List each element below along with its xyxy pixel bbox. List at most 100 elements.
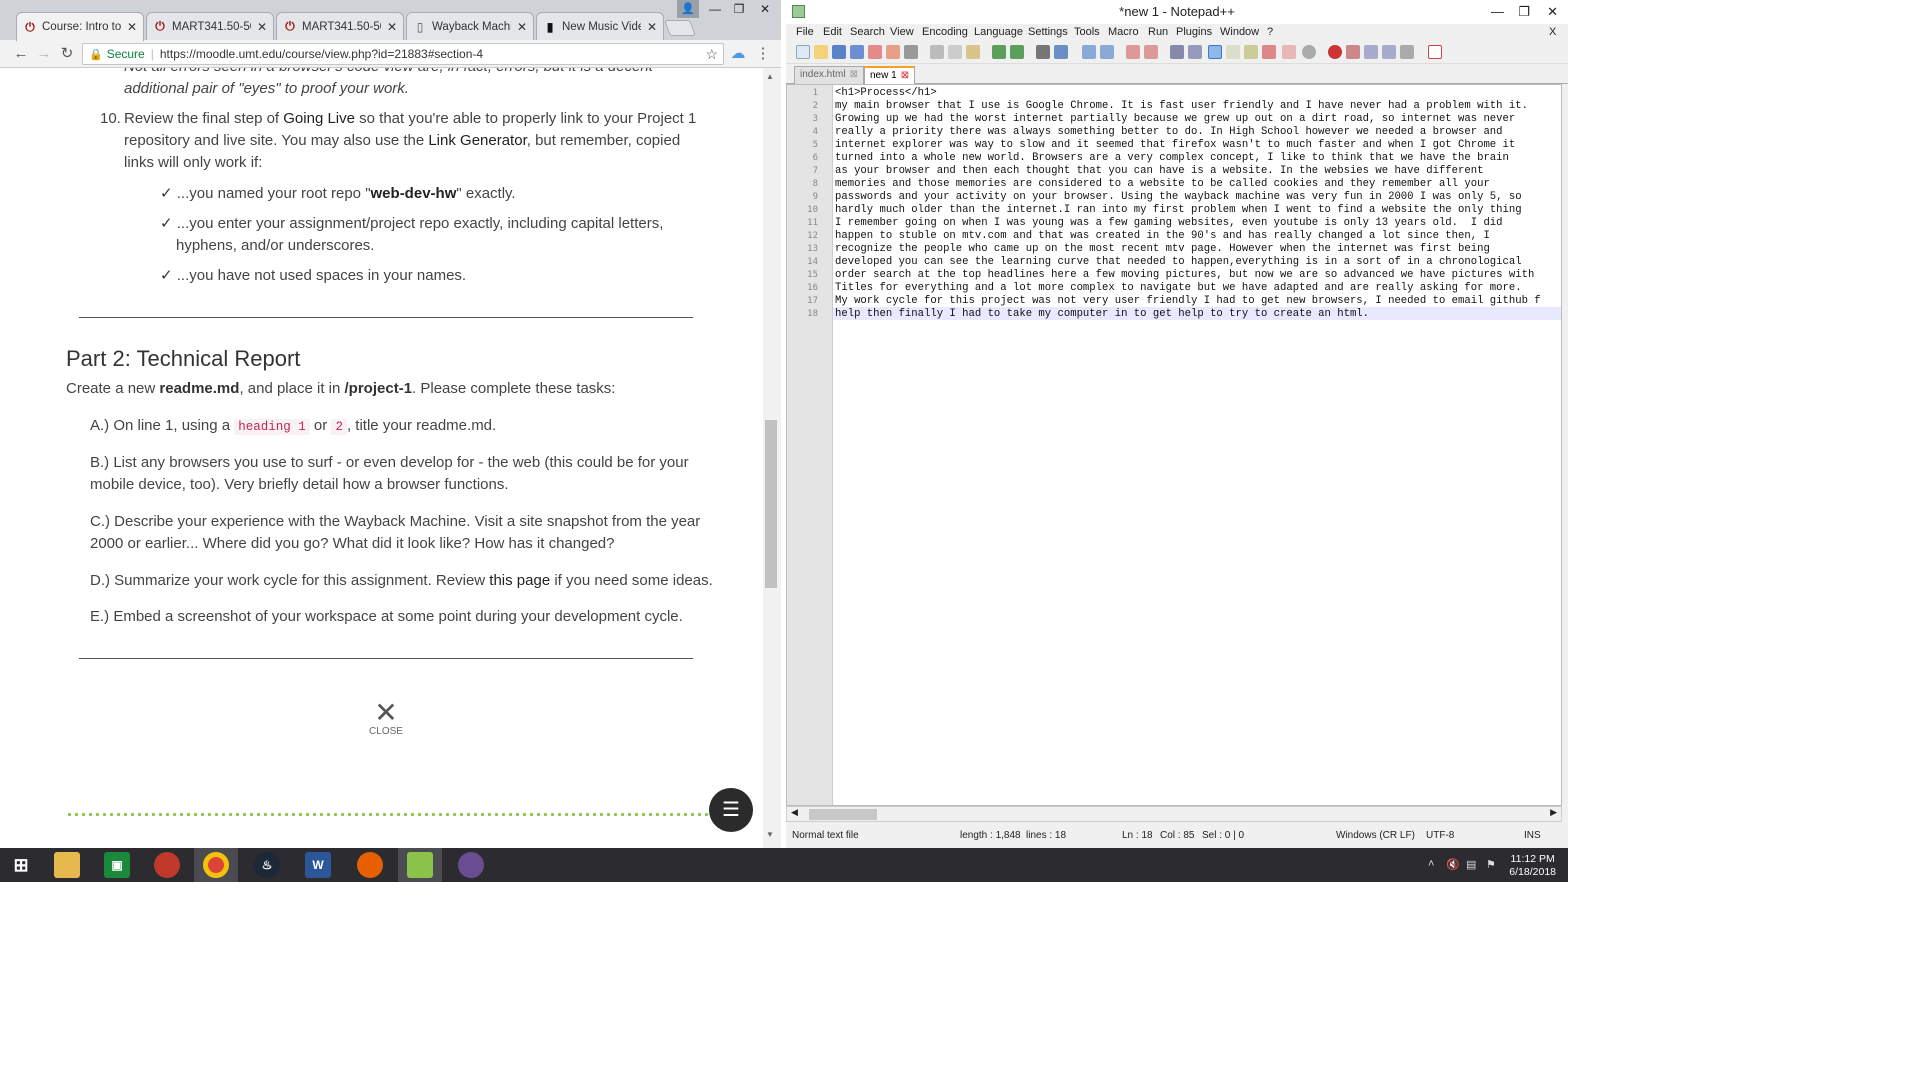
notification-flag-icon[interactable]: ⚑	[1486, 858, 1496, 871]
menu-file[interactable]: File	[796, 26, 814, 38]
bookmark-star-icon[interactable]: ☆	[705, 46, 718, 63]
editor-line[interactable]: happen to stuble on mtv.com and that was…	[835, 230, 1490, 243]
menu-help[interactable]: ?	[1267, 26, 1273, 38]
window-close-button[interactable]: ✕	[1547, 0, 1558, 24]
zoom-out-icon[interactable]	[1100, 45, 1114, 59]
scroll-up-icon[interactable]: ▲	[766, 72, 774, 81]
menu-encoding[interactable]: Encoding	[922, 26, 968, 38]
tray-expand-icon[interactable]: ˄	[1428, 858, 1434, 870]
menu-language[interactable]: Language	[974, 26, 1023, 38]
menu-edit[interactable]: Edit	[823, 26, 842, 38]
replace-icon[interactable]	[1054, 45, 1068, 59]
extension-cloud-icon[interactable]: ☁	[729, 45, 747, 63]
close-icon[interactable]: ✕	[517, 20, 527, 34]
close-file-icon[interactable]	[868, 45, 882, 59]
close-button[interactable]: ✕ CLOSE	[368, 699, 404, 738]
editor-line[interactable]: I remember going on when I was young was…	[835, 217, 1503, 230]
text-editor[interactable]: 1 2 3 4 5 6 7 8 9 10 11 12 13 14 15 16 17 18 <h1>Process<…	[786, 84, 1562, 806]
chrome-icon[interactable]	[203, 852, 229, 878]
close-icon[interactable]: ✕	[387, 20, 397, 34]
cut-icon[interactable]	[930, 45, 944, 59]
tab-new-1[interactable]: new 1 ⊠	[864, 66, 916, 84]
menu-search[interactable]: Search	[850, 26, 885, 38]
going-live-link[interactable]: Going Live	[283, 110, 355, 127]
editor-line[interactable]: developed you can see the learning curve…	[835, 256, 1522, 269]
firefox-dev-icon[interactable]	[154, 852, 180, 878]
link-generator-link[interactable]: Link Generator	[428, 132, 526, 149]
editor-line[interactable]: order search at the top headlines here a…	[835, 269, 1534, 282]
close-icon[interactable]: ⊠	[901, 70, 909, 81]
windows-start-icon[interactable]: ⊞	[8, 852, 34, 878]
scroll-right-icon[interactable]: ▶	[1550, 807, 1557, 818]
editor-line[interactable]: turned into a whole new world. Browsers …	[835, 152, 1509, 165]
editor-line[interactable]: my main browser that I use is Google Chr…	[835, 100, 1528, 113]
close-all-icon[interactable]	[886, 45, 900, 59]
store-icon[interactable]: ▣	[104, 852, 130, 878]
record-macro-icon[interactable]	[1328, 45, 1342, 59]
monitoring-icon[interactable]	[1302, 45, 1316, 59]
function-list-icon[interactable]	[1262, 45, 1276, 59]
profile-icon[interactable]: 👤	[677, 0, 699, 18]
minimize-button[interactable]: —	[1491, 0, 1504, 24]
scroll-left-icon[interactable]: ◀	[791, 807, 798, 818]
address-bar[interactable]: 🔒 Secure | https://moodle.umt.edu/course…	[82, 43, 724, 65]
file-explorer-icon[interactable]	[54, 852, 80, 878]
forward-icon[interactable]: →	[35, 45, 53, 63]
new-file-icon[interactable]	[796, 45, 810, 59]
menu-window[interactable]: Window	[1220, 26, 1259, 38]
folder-workspace-icon[interactable]	[1282, 45, 1296, 59]
tab-mart341-2[interactable]: ⏻ MART341.50-5098 ✕	[276, 12, 404, 40]
save-all-icon[interactable]	[850, 45, 864, 59]
menu-settings[interactable]: Settings	[1028, 26, 1068, 38]
show-all-chars-icon[interactable]	[1188, 45, 1202, 59]
system-clock[interactable]: 11:12 PM 6/18/2018	[1509, 853, 1556, 879]
tab-mart341-1[interactable]: ⏻ MART341.50-5098 ✕	[146, 12, 274, 40]
close-icon[interactable]: ⊠	[850, 69, 858, 80]
editor-line[interactable]: hardly much older than the internet.I ra…	[835, 204, 1522, 217]
window-close-button[interactable]: ✕	[752, 0, 778, 18]
close-icon[interactable]: ✕	[257, 20, 267, 34]
tab-wayback[interactable]: ▯ Wayback Machine ✕	[406, 12, 534, 40]
tab-course[interactable]: ⏻ Course: Intro to W ✕	[16, 12, 144, 41]
minimize-button[interactable]: —	[704, 0, 726, 18]
tab-mtv[interactable]: ▮ New Music Videos ✕	[536, 12, 664, 40]
close-document-button[interactable]: X	[1549, 26, 1556, 38]
app-icon[interactable]	[458, 852, 484, 878]
editor-line[interactable]: really a priority there was always somet…	[835, 126, 1503, 139]
menu-tools[interactable]: Tools	[1074, 26, 1100, 38]
find-icon[interactable]	[1036, 45, 1050, 59]
word-wrap-icon[interactable]	[1170, 45, 1184, 59]
sync-v-icon[interactable]	[1126, 45, 1140, 59]
maximize-button[interactable]: ❐	[728, 0, 750, 18]
zoom-in-icon[interactable]	[1082, 45, 1096, 59]
editor-line[interactable]: Titles for everything and a lot more com…	[835, 282, 1522, 295]
print-icon[interactable]	[904, 45, 918, 59]
editor-line[interactable]: recognize the people who came up on the …	[835, 243, 1490, 256]
chrome-menu-icon[interactable]: ⋮	[754, 45, 772, 63]
udl-icon[interactable]	[1226, 45, 1240, 59]
redo-icon[interactable]	[1010, 45, 1024, 59]
save-icon[interactable]	[832, 45, 846, 59]
menu-macro[interactable]: Macro	[1108, 26, 1139, 38]
open-file-icon[interactable]	[814, 45, 828, 59]
spell-check-icon[interactable]	[1428, 45, 1442, 59]
close-icon[interactable]: ✕	[647, 20, 657, 34]
menu-view[interactable]: View	[890, 26, 914, 38]
doc-map-icon[interactable]	[1244, 45, 1258, 59]
tab-index-html[interactable]: index.html ⊠	[794, 66, 864, 84]
copy-icon[interactable]	[948, 45, 962, 59]
new-tab-button[interactable]	[664, 20, 696, 36]
close-icon[interactable]: ✕	[127, 20, 137, 34]
editor-line[interactable]: memories and those memories are consider…	[835, 178, 1490, 191]
back-icon[interactable]: ←	[12, 45, 30, 63]
run-macro-multiple-icon[interactable]	[1382, 45, 1396, 59]
scrollbar-thumb[interactable]	[809, 809, 877, 820]
paste-icon[interactable]	[966, 45, 980, 59]
menu-fab-button[interactable]: ☰	[709, 788, 753, 832]
word-icon[interactable]: W	[305, 852, 331, 878]
volume-icon[interactable]: 🔇	[1446, 858, 1460, 871]
menu-plugins[interactable]: Plugins	[1176, 26, 1212, 38]
indent-guide-icon[interactable]	[1208, 45, 1222, 59]
stop-macro-icon[interactable]	[1346, 45, 1360, 59]
save-macro-icon[interactable]	[1400, 45, 1414, 59]
